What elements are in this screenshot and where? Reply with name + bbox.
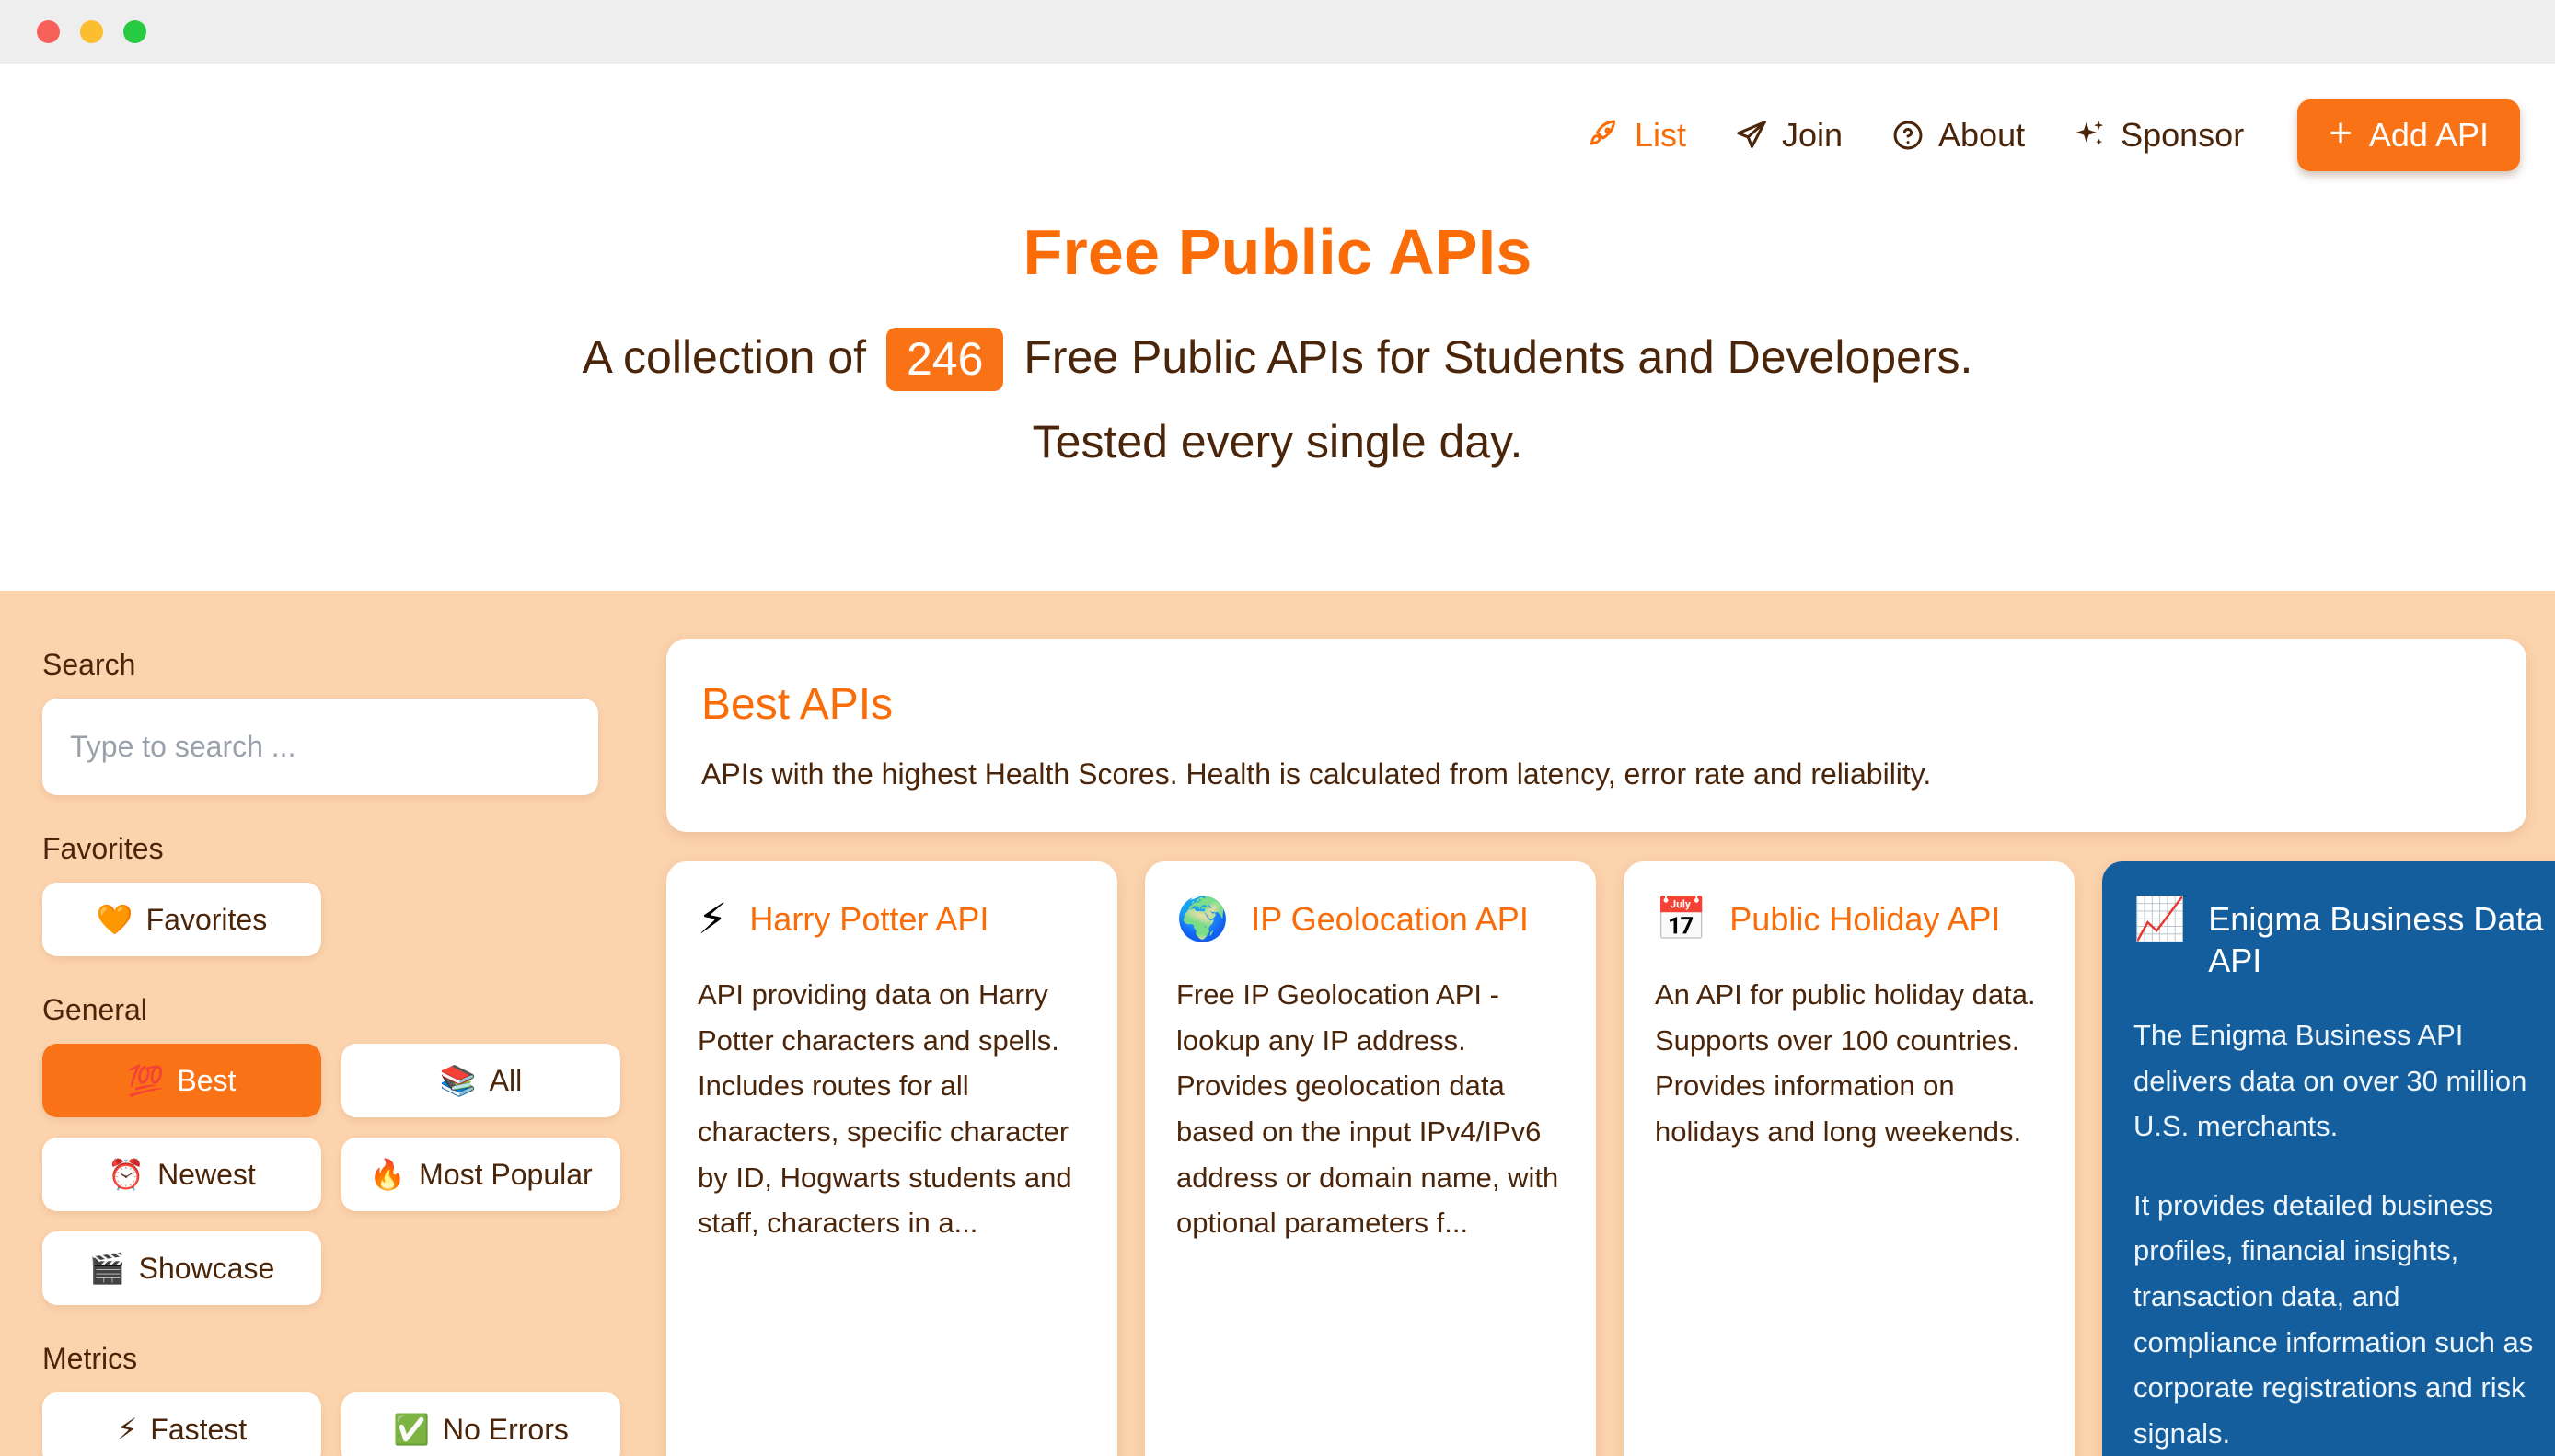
api-card-header: 📈 Enigma Business Data API — [2133, 896, 2549, 981]
api-card-header: ⚡ Harry Potter API — [698, 895, 1086, 942]
hundred-points-icon: 💯 — [127, 1064, 165, 1097]
api-list-main: Best APIs APIs with the highest Health S… — [666, 591, 2555, 1456]
maximize-window-button[interactable] — [123, 20, 146, 43]
globe-icon: 🌍 — [1176, 895, 1230, 942]
add-api-label: Add API — [2368, 116, 2489, 154]
api-card-public-holiday[interactable]: 📅 Public Holiday API An API for public h… — [1624, 861, 2075, 1456]
nav-item-list[interactable]: List — [1587, 116, 1686, 155]
section-description: APIs with the highest Health Scores. Hea… — [701, 757, 1932, 791]
section-header-card: Best APIs APIs with the highest Health S… — [666, 639, 2526, 832]
rocket-icon — [1587, 118, 1622, 153]
api-card-description: API providing data on Harry Potter chara… — [698, 978, 1072, 1240]
filter-chip-best[interactable]: 💯 Best — [42, 1044, 321, 1117]
fire-icon: 🔥 — [369, 1158, 407, 1191]
filter-chip-label: Showcase — [138, 1251, 275, 1285]
filter-chip-all[interactable]: 📚 All — [341, 1044, 620, 1117]
page-title: Free Public APIs — [1023, 216, 1532, 288]
api-card-header: 🌍 IP Geolocation API — [1176, 895, 1565, 942]
group-label-favorites: Favorites — [42, 832, 164, 865]
check-mark-button-icon: ✅ — [393, 1413, 430, 1446]
nav-item-label: About — [1938, 116, 2026, 154]
api-card-description-2: It provides detailed business profiles, … — [2133, 1188, 2534, 1450]
api-card-description: An API for public holiday data. Supports… — [1655, 978, 2036, 1149]
sparkles-icon — [2073, 118, 2108, 153]
filter-group-metrics: ⚡ Fastest ✅ No Errors — [42, 1392, 620, 1456]
api-card-title: Public Holiday API — [1729, 900, 2001, 938]
api-card-header: 📅 Public Holiday API — [1655, 895, 2043, 942]
group-label-metrics: Metrics — [42, 1342, 138, 1375]
chart-increasing-icon: 📈 — [2133, 895, 2187, 942]
content-area: Search Favorites 🧡 Favorites General 💯 B… — [0, 591, 2555, 1456]
filter-chip-favorites[interactable]: 🧡 Favorites — [42, 883, 321, 956]
section-title: Best APIs — [701, 680, 894, 729]
filter-chip-label: Newest — [157, 1157, 256, 1191]
filter-chip-label: Fastest — [150, 1412, 248, 1446]
filter-chip-showcase[interactable]: 🎬 Showcase — [42, 1231, 321, 1305]
nav-item-sponsor[interactable]: Sponsor — [2073, 116, 2244, 155]
filter-chip-no-errors[interactable]: ✅ No Errors — [341, 1392, 620, 1456]
filter-chip-most-popular[interactable]: 🔥 Most Popular — [341, 1138, 620, 1211]
app-window: List Join About Sponsor + Add API Free P… — [0, 0, 2555, 1456]
filter-chip-label: Most Popular — [419, 1157, 593, 1191]
api-count-badge: 246 — [885, 328, 1004, 391]
hero-subtitle-after: Free Public APIs for Students and Develo… — [1023, 331, 1973, 383]
question-circle-icon — [1890, 118, 1925, 153]
hero-subtitle-line2: Tested every single day. — [1032, 416, 1523, 468]
api-card-grid: ⚡ Harry Potter API API providing data on… — [666, 861, 2555, 1456]
nav-item-join[interactable]: Join — [1734, 116, 1843, 155]
filter-chip-label: All — [489, 1063, 523, 1097]
filter-chip-label: No Errors — [442, 1412, 569, 1446]
window-titlebar — [0, 0, 2555, 64]
filter-group-favorites: 🧡 Favorites — [42, 883, 620, 956]
high-voltage-icon: ⚡ — [116, 1413, 138, 1446]
nav-item-label: Join — [1781, 116, 1844, 154]
api-card-title: Enigma Business Data API — [2208, 900, 2544, 979]
traffic-lights — [37, 20, 146, 43]
group-label-general: General — [42, 993, 147, 1026]
api-card-title: IP Geolocation API — [1251, 900, 1529, 938]
search-input[interactable] — [42, 699, 598, 795]
hero-subtitle-before: A collection of — [582, 331, 867, 383]
nav-item-about[interactable]: About — [1890, 116, 2025, 155]
books-icon: 📚 — [439, 1064, 477, 1097]
paper-plane-icon — [1734, 118, 1769, 153]
orange-heart-icon: 🧡 — [96, 903, 133, 936]
main-navigation: List Join About Sponsor + Add API — [0, 64, 2555, 171]
filter-chip-newest[interactable]: ⏰ Newest — [42, 1138, 321, 1211]
calendar-icon: 📅 — [1655, 895, 1708, 942]
nav-item-label: List — [1634, 116, 1686, 154]
api-card-enigma-business-data[interactable]: 📈 Enigma Business Data API The Enigma Bu… — [2102, 861, 2555, 1456]
filter-group-general: 💯 Best 📚 All ⏰ Newest 🔥 Most Popular 🎬 S… — [42, 1044, 620, 1305]
high-voltage-icon: ⚡ — [698, 895, 728, 942]
api-card-ip-geolocation[interactable]: 🌍 IP Geolocation API Free IP Geolocation… — [1145, 861, 1596, 1456]
filter-chip-label: Best — [177, 1063, 237, 1097]
alarm-clock-icon: ⏰ — [108, 1158, 145, 1191]
api-card-description: Free IP Geolocation API - lookup any IP … — [1176, 978, 1559, 1240]
api-card-description: The Enigma Business API delivers data on… — [2133, 1019, 2527, 1143]
add-api-button[interactable]: + Add API — [2297, 99, 2520, 171]
filter-chip-fastest[interactable]: ⚡ Fastest — [42, 1392, 321, 1456]
search-label: Search — [42, 648, 136, 681]
api-card-title: Harry Potter API — [749, 900, 989, 938]
minimize-window-button[interactable] — [80, 20, 103, 43]
filters-sidebar: Search Favorites 🧡 Favorites General 💯 B… — [0, 591, 666, 1456]
hero-section: List Join About Sponsor + Add API Free P… — [0, 64, 2555, 591]
nav-item-label: Sponsor — [2121, 116, 2245, 154]
clapper-board-icon: 🎬 — [88, 1252, 126, 1285]
hero-subtitle: A collection of 246 Free Public APIs for… — [0, 326, 2555, 391]
api-card-harry-potter[interactable]: ⚡ Harry Potter API API providing data on… — [666, 861, 1117, 1456]
close-window-button[interactable] — [37, 20, 60, 43]
filter-chip-label: Favorites — [145, 902, 268, 936]
plus-icon: + — [2329, 110, 2353, 156]
